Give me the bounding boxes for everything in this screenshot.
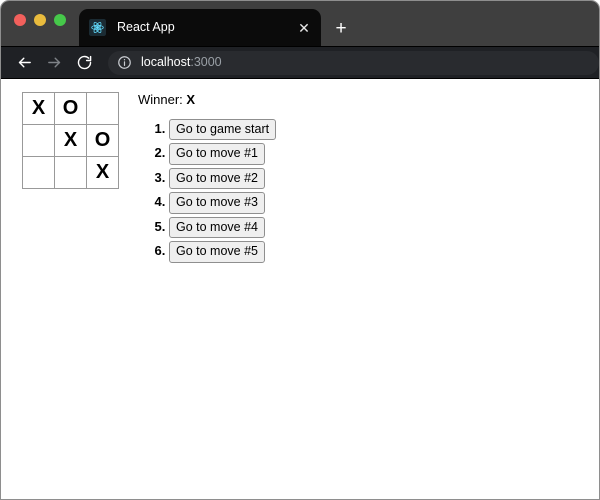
board-square-4[interactable]: X bbox=[54, 124, 87, 157]
move-button-4[interactable]: Go to move #4 bbox=[169, 216, 265, 239]
move-button-0[interactable]: Go to game start bbox=[169, 118, 277, 141]
move-button-2[interactable]: Go to move #2 bbox=[169, 167, 265, 190]
info-circle-icon[interactable] bbox=[117, 55, 132, 70]
close-tab-icon[interactable]: ✕ bbox=[293, 17, 315, 39]
move-button-1[interactable]: Go to move #1 bbox=[169, 143, 265, 165]
browser-tab-react-app[interactable]: React App ✕ bbox=[79, 9, 321, 46]
reload-icon[interactable] bbox=[71, 50, 97, 76]
game-status: Winner: X bbox=[138, 92, 276, 108]
address-bar-host: localhost bbox=[141, 56, 191, 69]
board-square-5[interactable]: O bbox=[86, 124, 119, 157]
board-square-3[interactable] bbox=[22, 124, 55, 157]
list-item: Go to move #4 bbox=[169, 216, 276, 239]
minimize-window-button[interactable] bbox=[34, 14, 46, 26]
tab-strip: React App ✕ + bbox=[1, 1, 599, 46]
move-history-list: Go to game start Go to move #1 Go to mov… bbox=[138, 118, 277, 263]
move-button-3[interactable]: Go to move #3 bbox=[169, 192, 265, 214]
board-square-8[interactable]: X bbox=[86, 156, 119, 189]
list-item: Go to game start bbox=[169, 118, 277, 141]
page-viewport: X O X O X Winner: X 1. Go to game start … bbox=[1, 79, 599, 499]
close-window-button[interactable] bbox=[14, 14, 26, 26]
board-square-0[interactable]: X bbox=[22, 92, 55, 125]
list-item: Go to move #5 bbox=[169, 241, 276, 263]
tab-title: React App bbox=[117, 21, 175, 34]
game-info: Winner: X Go to game start Go to move #1… bbox=[138, 92, 277, 266]
navigation-toolbar: localhost:3000 bbox=[1, 46, 599, 79]
board-row: X O bbox=[22, 92, 119, 125]
address-bar[interactable]: localhost:3000 bbox=[108, 50, 599, 75]
board-row: X O bbox=[22, 124, 119, 157]
list-item: Go to move #3 bbox=[169, 192, 276, 214]
list-item: Go to move #2 bbox=[169, 167, 276, 190]
board-square-7[interactable] bbox=[54, 156, 87, 189]
address-bar-port: :3000 bbox=[190, 56, 222, 69]
forward-arrow-icon[interactable] bbox=[41, 50, 67, 76]
window-controls bbox=[14, 14, 66, 26]
tic-tac-toe-game: X O X O X Winner: X 1. Go to game start … bbox=[22, 92, 277, 266]
address-bar-url: localhost:3000 bbox=[141, 56, 222, 69]
list-item: Go to move #1 bbox=[169, 143, 276, 165]
game-board: X O X O X bbox=[22, 92, 119, 189]
new-tab-button[interactable]: + bbox=[328, 15, 354, 41]
game-status-winner: X bbox=[186, 92, 196, 107]
back-arrow-icon[interactable] bbox=[11, 50, 37, 76]
browser-window: React App ✕ + localhost:3000 X O X O X W… bbox=[0, 0, 600, 500]
move-button-5[interactable]: Go to move #5 bbox=[169, 241, 265, 263]
react-logo-icon bbox=[89, 19, 106, 36]
game-status-prefix: Winner: bbox=[138, 92, 187, 107]
board-square-2[interactable] bbox=[86, 92, 119, 125]
board-square-1[interactable]: O bbox=[54, 92, 87, 125]
maximize-window-button[interactable] bbox=[54, 14, 66, 26]
board-row: X bbox=[22, 156, 119, 189]
board-square-6[interactable] bbox=[22, 156, 55, 189]
